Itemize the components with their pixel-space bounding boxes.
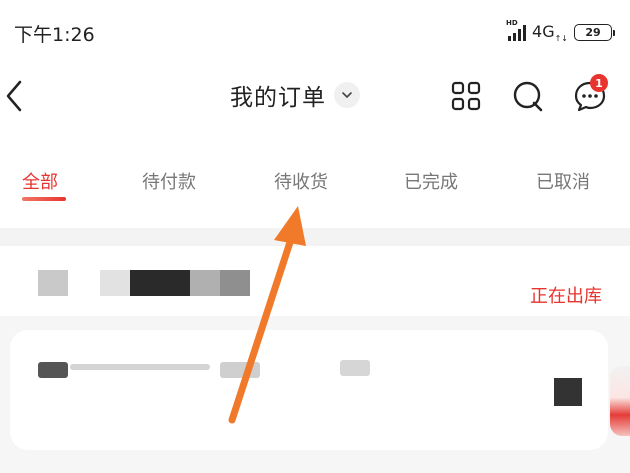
shop-avatar-redacted xyxy=(38,270,68,296)
order-status: 正在出库 xyxy=(530,286,602,307)
back-icon xyxy=(6,80,22,112)
status-bar: 下午1:26 HD 4G↑↓ 29 xyxy=(0,0,630,62)
item-title-redacted xyxy=(70,364,210,370)
signal-icon: HD xyxy=(506,19,527,41)
shop-row[interactable]: 正在出库 xyxy=(0,246,630,316)
network-label: 4G↑↓ xyxy=(532,22,568,44)
redacted-block xyxy=(190,270,220,296)
grid-icon xyxy=(451,81,481,111)
tab-completed[interactable]: 已完成 xyxy=(404,168,458,194)
redacted-block xyxy=(220,270,250,296)
back-button[interactable] xyxy=(2,76,38,116)
battery-icon: 29 xyxy=(574,24,615,42)
redacted-block xyxy=(340,360,370,376)
order-tabs: 全部 待付款 待收货 已完成 已取消 xyxy=(0,158,630,208)
nav-bar: 我的订单 1 xyxy=(0,62,630,132)
status-time: 下午1:26 xyxy=(14,24,95,46)
category-button[interactable] xyxy=(446,76,486,116)
search-icon xyxy=(513,81,543,112)
page-title: 我的订单 xyxy=(230,85,326,111)
shop-name-redacted xyxy=(130,270,190,296)
battery-level: 29 xyxy=(585,26,601,40)
title-dropdown-button[interactable] xyxy=(334,82,360,108)
order-card[interactable]: 正在出库 xyxy=(0,246,630,473)
title-dropdown[interactable]: 我的订单 xyxy=(230,78,360,112)
tab-all[interactable]: 全部 xyxy=(22,168,58,194)
chevron-down-icon xyxy=(342,92,352,98)
tab-pending-receipt[interactable]: 待收货 xyxy=(274,168,328,194)
item-tag-redacted xyxy=(38,362,68,378)
search-button[interactable] xyxy=(508,76,548,116)
tab-pending-payment[interactable]: 待付款 xyxy=(142,168,196,194)
order-item[interactable] xyxy=(10,330,608,450)
redacted-block xyxy=(220,362,260,378)
section-divider xyxy=(0,228,630,246)
hd-label: HD xyxy=(506,18,518,27)
message-button[interactable]: 1 xyxy=(570,74,610,116)
active-tab-indicator xyxy=(22,197,66,201)
item-thumbnail xyxy=(554,378,582,406)
redacted-block xyxy=(100,270,130,296)
message-badge: 1 xyxy=(590,74,608,92)
product-image-partial xyxy=(610,366,630,436)
status-indicators: HD 4G↑↓ 29 xyxy=(506,19,615,44)
tab-cancelled[interactable]: 已取消 xyxy=(536,168,590,194)
